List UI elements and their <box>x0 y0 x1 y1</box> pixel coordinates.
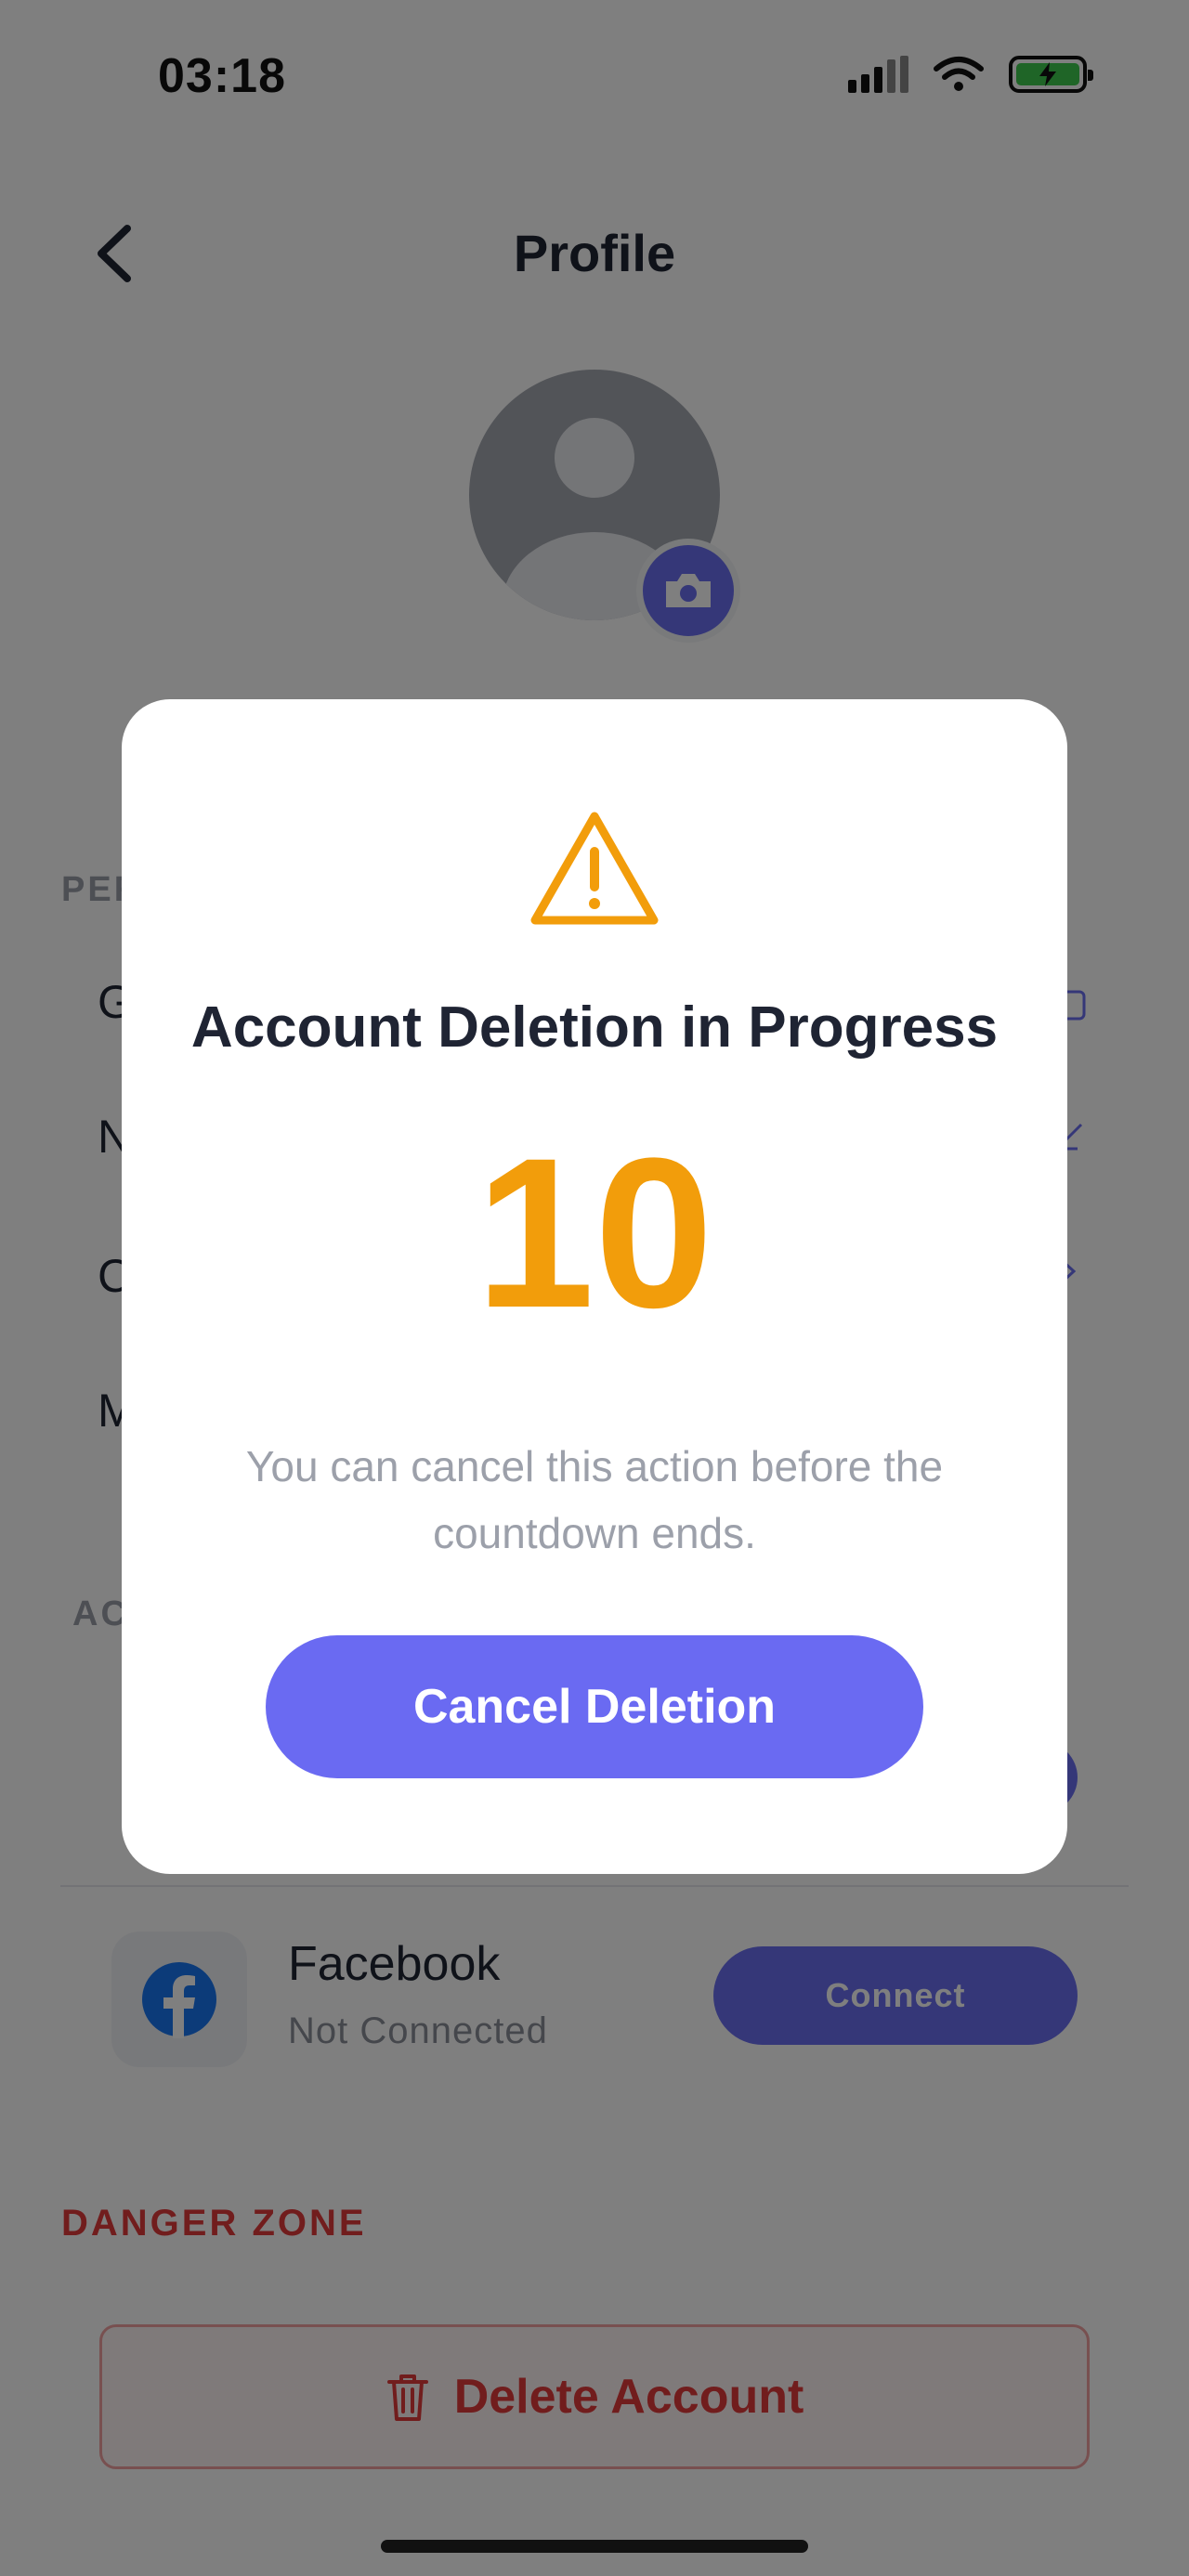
home-indicator <box>381 2540 808 2553</box>
warning-icon <box>530 812 659 925</box>
dialog-message: You can cancel this action before the co… <box>245 1442 944 1557</box>
deletion-countdown-dialog: Account Deletion in Progress 10 You can … <box>122 699 1067 1874</box>
countdown-number: 10 <box>476 1113 713 1352</box>
cancel-deletion-button[interactable]: Cancel Deletion <box>266 1635 923 1778</box>
profile-screen: 03:18 Profile PER G N C M <box>0 0 1189 2576</box>
dialog-title: Account Deletion in Progress <box>190 995 999 1060</box>
